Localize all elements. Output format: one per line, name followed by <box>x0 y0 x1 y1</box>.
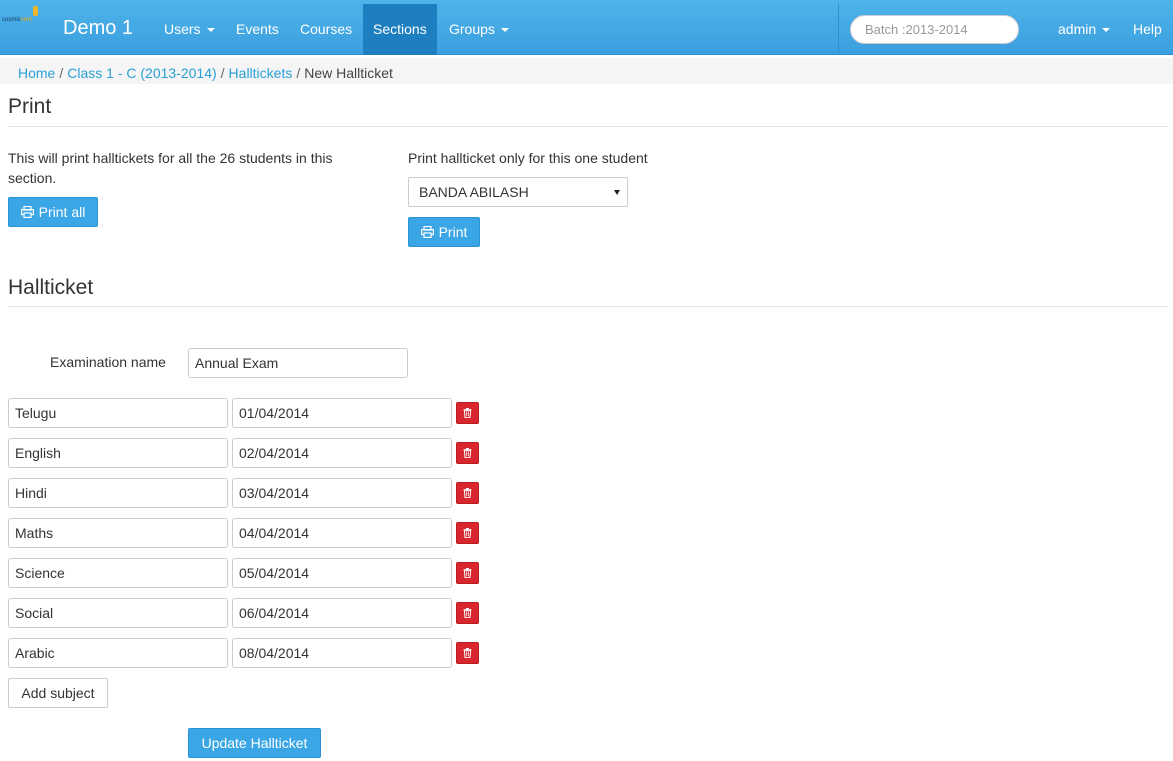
logo-text-alt: vent <box>20 17 33 23</box>
subject-date-input[interactable] <box>232 638 452 668</box>
print-all-description: This will print halltickets for all the … <box>8 150 333 186</box>
print-all-button[interactable]: Print all <box>8 197 98 227</box>
nav-courses-label: Courses <box>300 21 353 37</box>
trash-icon <box>463 446 472 461</box>
student-select[interactable]: BANDA ABILASH <box>408 177 628 207</box>
student-select-value: BANDA ABILASH <box>419 184 529 200</box>
update-hallticket-button[interactable]: Update Hallticket <box>188 728 321 758</box>
delete-subject-button[interactable] <box>456 402 479 424</box>
subject-date-input[interactable] <box>232 478 452 508</box>
nav-users-label: Users <box>164 21 201 37</box>
trash-icon <box>463 646 472 661</box>
add-subject-button[interactable]: Add subject <box>8 678 108 708</box>
breadcrumb-separator: / <box>296 65 301 81</box>
breadcrumb-separator: / <box>59 65 64 81</box>
trash-icon <box>463 526 472 541</box>
print-icon <box>20 206 34 218</box>
nav-sections-label: Sections <box>373 21 427 37</box>
subject-date-input[interactable] <box>232 598 452 628</box>
help-label: Help <box>1133 21 1162 37</box>
delete-subject-button[interactable] <box>456 442 479 464</box>
help-link[interactable]: Help <box>1123 4 1172 55</box>
nav-groups-label: Groups <box>449 21 495 37</box>
caret-down-icon <box>206 28 215 33</box>
batch-search-input[interactable] <box>850 15 1019 44</box>
subject-date-input[interactable] <box>232 398 452 428</box>
subject-name-input[interactable] <box>8 398 228 428</box>
nav-divider <box>838 4 839 55</box>
breadcrumb: Home / Class 1 - C (2013-2014) / Halltickets… <box>0 58 1173 84</box>
delete-subject-button[interactable] <box>456 602 479 624</box>
nav-users[interactable]: Users <box>154 4 225 55</box>
divider <box>8 126 1168 127</box>
nav-events-label: Events <box>236 21 279 37</box>
delete-subject-button[interactable] <box>456 642 479 664</box>
trash-icon <box>463 406 472 421</box>
subject-name-input[interactable] <box>8 518 228 548</box>
nav-courses[interactable]: Courses <box>290 4 362 55</box>
delete-subject-button[interactable] <box>456 562 479 584</box>
nav-events[interactable]: Events <box>226 4 289 55</box>
print-one-description: Print hallticket only for this one stude… <box>408 150 648 166</box>
trash-icon <box>463 566 472 581</box>
trash-icon <box>463 486 472 501</box>
print-heading: Print <box>8 95 52 118</box>
subject-date-input[interactable] <box>232 558 452 588</box>
subject-name-input[interactable] <box>8 478 228 508</box>
trash-icon <box>463 606 472 621</box>
examination-name-input[interactable] <box>188 348 408 378</box>
caret-down-icon <box>1102 28 1111 33</box>
brand-title[interactable]: Demo 1 <box>63 15 133 41</box>
hallticket-heading: Hallticket <box>8 276 94 299</box>
breadcrumb-home[interactable]: Home <box>18 65 55 81</box>
user-menu-label: admin <box>1058 21 1097 37</box>
cosmicvent-logo[interactable]: cosmicvent <box>2 6 46 28</box>
subject-name-input[interactable] <box>8 638 228 668</box>
subject-name-input[interactable] <box>8 438 228 468</box>
delete-subject-button[interactable] <box>456 482 479 504</box>
nav-sections[interactable]: Sections <box>363 4 437 55</box>
subject-name-input[interactable] <box>8 558 228 588</box>
print-all-label: Print all <box>38 204 86 220</box>
print-button[interactable]: Print <box>408 217 480 247</box>
divider <box>8 306 1168 307</box>
dropdown-arrow-icon <box>614 190 620 195</box>
breadcrumb-current: New Hallticket <box>304 65 393 81</box>
logo-text-main: cosmic <box>2 17 21 23</box>
subject-date-input[interactable] <box>232 518 452 548</box>
print-label: Print <box>438 224 468 240</box>
caret-down-icon <box>500 28 509 33</box>
nav-groups[interactable]: Groups <box>439 4 519 55</box>
delete-subject-button[interactable] <box>456 522 479 544</box>
breadcrumb-separator: / <box>220 65 225 81</box>
subject-date-input[interactable] <box>232 438 452 468</box>
breadcrumb-halltickets[interactable]: Halltickets <box>229 65 293 81</box>
examination-name-label: Examination name <box>50 354 166 370</box>
subject-name-input[interactable] <box>8 598 228 628</box>
breadcrumb-section[interactable]: Class 1 - C (2013-2014) <box>67 65 216 81</box>
print-icon <box>420 226 434 238</box>
logo-mark-icon <box>33 6 38 16</box>
top-navbar: cosmicvent Demo 1 Users Events Courses S… <box>0 0 1173 55</box>
user-menu[interactable]: admin <box>1048 4 1120 55</box>
